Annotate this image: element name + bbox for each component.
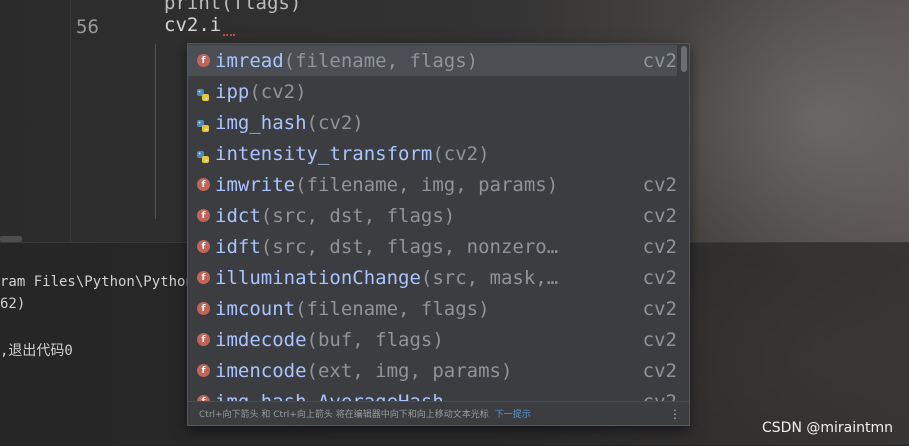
- completion-item[interactable]: f imdecode (buf, flags) cv2: [188, 324, 677, 355]
- completion-module: cv2: [642, 266, 677, 289]
- completion-name: idft: [215, 235, 261, 258]
- completion-name: idct: [215, 204, 261, 227]
- completion-signature: (filename, flags): [283, 49, 479, 72]
- completion-signature: (cv2): [249, 80, 307, 103]
- console-line: 62): [0, 296, 26, 312]
- completion-item[interactable]: f illuminationChange (src, mask,… cv2: [188, 262, 677, 293]
- completion-item[interactable]: f imwrite (filename, img, params) cv2: [188, 169, 677, 200]
- completion-module: cv2: [642, 173, 677, 196]
- completion-module: cv2: [642, 359, 677, 382]
- indent-guide: [155, 44, 156, 219]
- function-icon: f: [197, 271, 210, 284]
- code-text: cv2.i: [164, 14, 222, 36]
- function-icon: f: [197, 240, 210, 253]
- popup-scrollbar[interactable]: [681, 46, 687, 72]
- completion-module: cv2: [642, 235, 677, 258]
- completion-module: cv2: [642, 204, 677, 227]
- completion-signature: (src, dst, flags, nonzero…: [260, 235, 559, 258]
- completion-signature: (buf, flags): [306, 328, 444, 351]
- completion-name: imwrite: [215, 173, 296, 196]
- function-icon: f: [197, 54, 210, 67]
- completion-item[interactable]: img_hash (cv2): [188, 107, 677, 138]
- error-squiggle: [223, 31, 236, 36]
- partial-code-line: print(flags): [164, 0, 302, 14]
- code-completion-popup[interactable]: f imread (filename, flags) cv2 ipp (cv2) img_…: [187, 43, 690, 426]
- completion-item[interactable]: f imread (filename, flags) cv2: [188, 45, 677, 76]
- completion-module: cv2: [642, 49, 677, 72]
- completion-signature: (cv2): [306, 111, 364, 134]
- function-icon: f: [197, 302, 210, 315]
- function-icon: f: [197, 209, 210, 222]
- completion-item[interactable]: f imencode (ext, img, params) cv2: [188, 355, 677, 386]
- completion-signature: (filename, flags): [295, 297, 490, 320]
- editor-gutter: [0, 0, 71, 242]
- watermark: CSDN @miraintmn: [762, 420, 893, 436]
- completion-signature: (src, mask,…: [420, 266, 559, 289]
- completion-item[interactable]: f idct (src, dst, flags) cv2: [188, 200, 677, 231]
- python-module-icon: [196, 85, 210, 101]
- completion-name: imdecode: [215, 328, 307, 351]
- more-options-icon[interactable]: ⋮: [669, 406, 681, 422]
- completion-name: img_hash: [215, 111, 307, 134]
- footer-hint: Ctrl+向下箭头 和 Ctrl+向上箭头 将在编辑器中向下和向上移动文本光标: [199, 410, 489, 420]
- line-number: 56: [76, 16, 99, 38]
- completion-name: intensity_transform: [215, 142, 433, 165]
- completion-item[interactable]: f idft (src, dst, flags, nonzero… cv2: [188, 231, 677, 262]
- function-icon: f: [197, 364, 210, 377]
- python-module-icon: [196, 147, 210, 163]
- completion-item[interactable]: ipp (cv2): [188, 76, 677, 107]
- current-code-line[interactable]: cv2.i: [164, 14, 236, 36]
- function-icon: f: [197, 333, 210, 346]
- completion-name: illuminationChange: [215, 266, 421, 289]
- completion-module: cv2: [642, 328, 677, 351]
- completion-item[interactable]: intensity_transform (cv2): [188, 138, 677, 169]
- console-line: ram Files\Python\Python: [0, 274, 194, 290]
- completion-module: cv2: [642, 297, 677, 320]
- completion-name: imencode: [215, 359, 307, 382]
- completion-name: ipp: [215, 80, 250, 103]
- python-module-icon: [196, 116, 210, 132]
- completion-signature: (filename, img, params): [295, 173, 559, 196]
- completion-signature: (src, dst, flags): [260, 204, 456, 227]
- popup-footer: Ctrl+向下箭头 和 Ctrl+向上箭头 将在编辑器中向下和向上移动文本光标 …: [188, 401, 689, 425]
- completion-signature: (cv2): [432, 142, 490, 165]
- completion-signature: (ext, img, params): [306, 359, 513, 382]
- next-tip-link[interactable]: 下一提示: [495, 407, 531, 420]
- console-line: ,退出代码0: [0, 343, 73, 359]
- completion-item[interactable]: f imcount (filename, flags) cv2: [188, 293, 677, 324]
- function-icon: f: [197, 178, 210, 191]
- completion-name: imcount: [215, 297, 296, 320]
- completion-name: imread: [215, 49, 284, 72]
